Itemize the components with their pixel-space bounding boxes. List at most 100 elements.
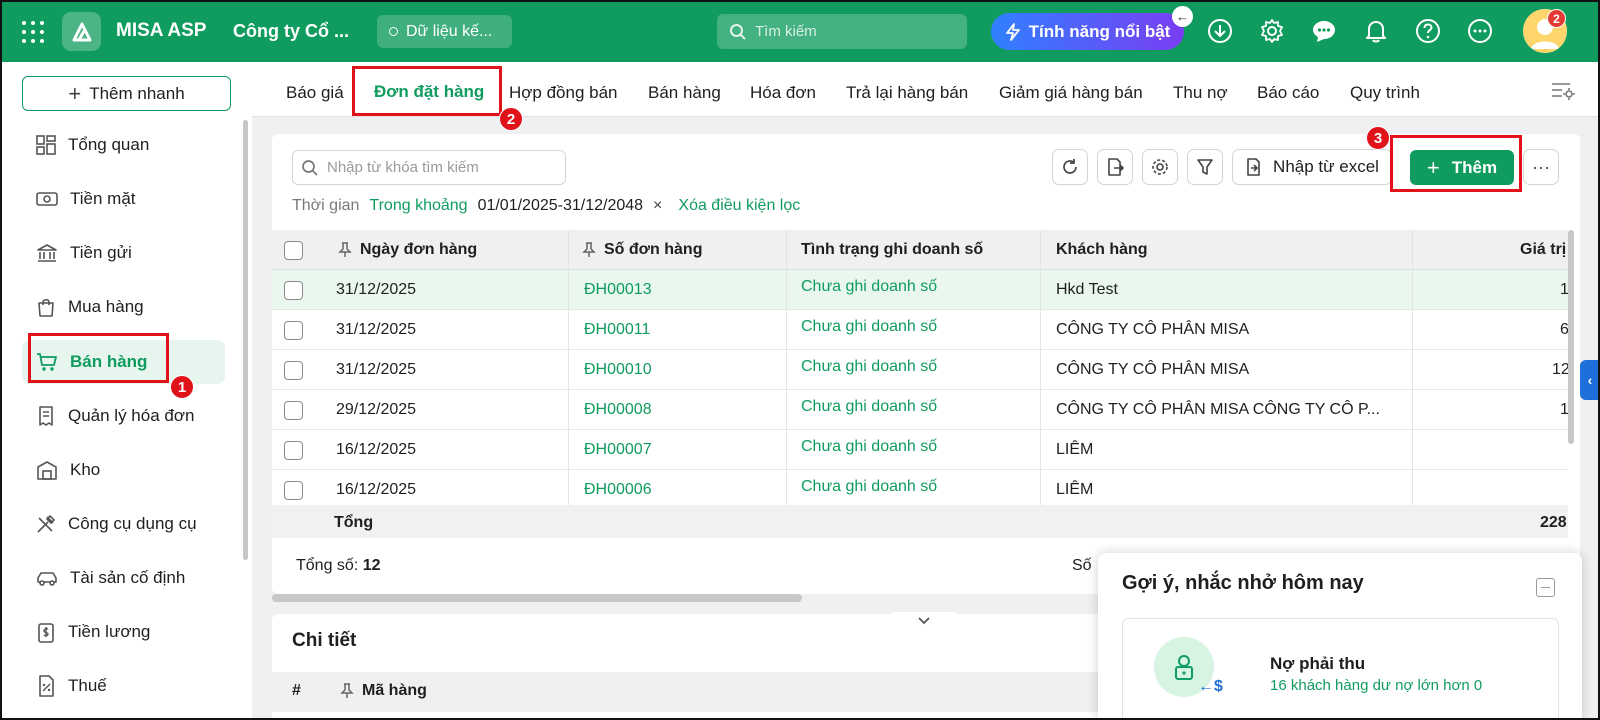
filter-icon	[1197, 159, 1213, 175]
global-search-input[interactable]: Tìm kiếm	[717, 14, 967, 49]
filter-mode[interactable]: Trong khoảng	[369, 197, 467, 215]
table-row[interactable]: 31/12/2025 ĐH00011 Chưa ghi doanh số CÔN…	[272, 310, 1568, 350]
cell-customer: LIÊM	[1056, 441, 1094, 458]
notification-bell-icon[interactable]	[1362, 17, 1390, 45]
sidebar-item-tools[interactable]: Công cụ dụng cụ	[22, 502, 225, 546]
tab-settings-icon[interactable]	[1550, 80, 1576, 107]
tab-report[interactable]: Báo cáo	[1257, 83, 1319, 103]
step-badge-3: 3	[1366, 126, 1390, 150]
horizontal-scrollbar[interactable]	[272, 594, 802, 602]
row-checkbox[interactable]	[284, 270, 303, 310]
tab-invoice[interactable]: Hóa đơn	[750, 83, 816, 103]
cell-order-number[interactable]: ĐH00011	[584, 310, 650, 350]
step-badge-1: 1	[170, 375, 194, 399]
row-checkbox[interactable]	[284, 430, 303, 470]
total-records-label: Tổng số:	[296, 557, 359, 574]
export-button[interactable]	[1097, 149, 1133, 185]
sidebar-item-warehouse[interactable]: Kho	[22, 448, 225, 492]
sidebar-item-label: Tổng quan	[68, 135, 150, 154]
sidebar-item-overview[interactable]: Tổng quan	[22, 123, 225, 167]
column-order-date[interactable]: Ngày đơn hàng	[338, 230, 477, 270]
more-options-icon[interactable]	[1466, 17, 1494, 45]
tab-sales-contract[interactable]: Hợp đồng bán	[509, 83, 618, 103]
table-vertical-scrollbar[interactable]	[1568, 230, 1574, 444]
back-arrow-icon[interactable]: ←	[1172, 6, 1193, 27]
filter-button[interactable]	[1187, 149, 1223, 185]
select-all-checkbox[interactable]	[284, 230, 303, 270]
table-row[interactable]: 16/12/2025 ĐH00006 Chưa ghi doanh số LIÊ…	[272, 470, 1568, 505]
sidebar-item-salary[interactable]: Tiền lương	[22, 610, 225, 654]
sidebar-item-label: Mua hàng	[68, 297, 144, 316]
column-value[interactable]: Giá trị	[1520, 230, 1566, 270]
settings-gear-icon[interactable]	[1258, 17, 1286, 45]
more-actions-button[interactable]: ···	[1523, 149, 1559, 185]
apps-grid-icon[interactable]	[22, 21, 44, 43]
salary-icon	[38, 623, 54, 643]
row-checkbox[interactable]	[284, 310, 303, 350]
tab-sales[interactable]: Bán hàng	[648, 83, 721, 103]
row-checkbox[interactable]	[284, 470, 303, 505]
download-icon[interactable]	[1206, 17, 1234, 45]
column-revenue-status[interactable]: Tình trạng ghi doanh số	[801, 230, 983, 270]
cell-order-number[interactable]: ĐH00006	[584, 470, 652, 505]
table-row[interactable]: 31/12/2025 ĐH00013 Chưa ghi doanh số Hkd…	[272, 270, 1568, 310]
sales-order-table: Ngày đơn hàng Số đơn hàng Tình trạng ghi…	[272, 230, 1568, 505]
cell-order-number[interactable]: ĐH00010	[584, 350, 652, 390]
tab-workflow[interactable]: Quy trình	[1350, 83, 1420, 103]
column-order-number[interactable]: Số đơn hàng	[582, 230, 702, 270]
table-row[interactable]: 31/12/2025 ĐH00010 Chưa ghi doanh số CÔN…	[272, 350, 1568, 390]
sidebar-item-fixed-assets[interactable]: Tài sản cố định	[22, 556, 225, 600]
tab-debt-collection[interactable]: Thu nợ	[1173, 83, 1228, 103]
help-icon[interactable]	[1414, 17, 1442, 45]
company-selector[interactable]: Công ty Cổ ...	[233, 21, 349, 42]
quick-add-button[interactable]: + Thêm nhanh	[22, 76, 231, 111]
sidebar-item-label: Tiền lương	[68, 622, 151, 641]
cell-order-date: 29/12/2025	[336, 401, 417, 418]
misa-logo[interactable]	[62, 12, 101, 51]
sidebar-item-deposits[interactable]: Tiền gửi	[22, 231, 225, 275]
row-checkbox[interactable]	[284, 390, 303, 430]
settings-button[interactable]	[1142, 149, 1178, 185]
featured-button[interactable]: Tính năng nổi bật	[991, 13, 1184, 50]
top-bar: MISA ASP Công ty Cổ ... Dữ liệu kế... Tì…	[0, 0, 1600, 62]
import-excel-label: Nhập từ excel	[1273, 157, 1379, 176]
clear-filter-link[interactable]: Xóa điều kiện lọc	[678, 197, 800, 215]
cell-order-number[interactable]: ĐH00008	[584, 390, 652, 430]
sidebar-item-cash[interactable]: Tiền mặt	[22, 177, 225, 221]
database-selector[interactable]: Dữ liệu kế...	[377, 15, 512, 48]
total-records-value: 12	[362, 557, 381, 574]
cell-order-number[interactable]: ĐH00007	[584, 430, 652, 470]
sidebar-item-purchasing[interactable]: Mua hàng	[22, 285, 225, 329]
expand-side-panel-icon[interactable]: ‹	[1580, 360, 1600, 400]
remove-filter-icon[interactable]: ×	[653, 197, 662, 215]
cell-customer: LIÊM	[1056, 481, 1094, 498]
sidebar-item-tax[interactable]: Thuế	[22, 664, 225, 708]
table-row[interactable]: 29/12/2025 ĐH00008 Chưa ghi doanh số CÔN…	[272, 390, 1568, 430]
filter-range[interactable]: 01/01/2025-31/12/2048	[478, 197, 643, 215]
tab-sales-discount[interactable]: Giảm giá hàng bán	[999, 83, 1143, 103]
column-divider	[786, 230, 787, 505]
cell-revenue-status: Chưa ghi doanh số	[801, 438, 938, 455]
refresh-button[interactable]	[1052, 149, 1088, 185]
sidebar-item-invoice-management[interactable]: Quản lý hóa đơn	[22, 394, 225, 438]
gear-icon	[1152, 159, 1168, 175]
column-customer[interactable]: Khách hàng	[1056, 230, 1148, 270]
detail-column-item-code[interactable]: Mã hàng	[340, 682, 427, 700]
import-excel-button[interactable]: Nhập từ excel	[1232, 149, 1392, 185]
keyword-search-input[interactable]: Nhập từ khóa tìm kiếm	[292, 150, 566, 185]
tab-quotation[interactable]: Báo giá	[286, 83, 344, 103]
tab-sales-return[interactable]: Trả lại hàng bán	[846, 83, 968, 103]
notification-count-badge: 2	[1547, 9, 1566, 28]
sidebar-item-label: Tiền mặt	[70, 189, 136, 208]
table-row[interactable]: 16/12/2025 ĐH00007 Chưa ghi doanh số LIÊ…	[272, 430, 1568, 470]
row-checkbox[interactable]	[284, 350, 303, 390]
sidebar-scrollbar[interactable]	[243, 120, 248, 560]
highlight-add-button	[1390, 135, 1522, 192]
minimize-icon[interactable]	[1536, 578, 1555, 597]
table-header: Ngày đơn hàng Số đơn hàng Tình trạng ghi…	[272, 230, 1568, 270]
cell-order-number[interactable]: ĐH00013	[584, 270, 652, 310]
cell-revenue-status: Chưa ghi doanh số	[801, 478, 938, 495]
receipt-icon	[39, 406, 53, 426]
chat-icon[interactable]	[1310, 17, 1338, 45]
collapse-toggle[interactable]	[892, 612, 956, 630]
